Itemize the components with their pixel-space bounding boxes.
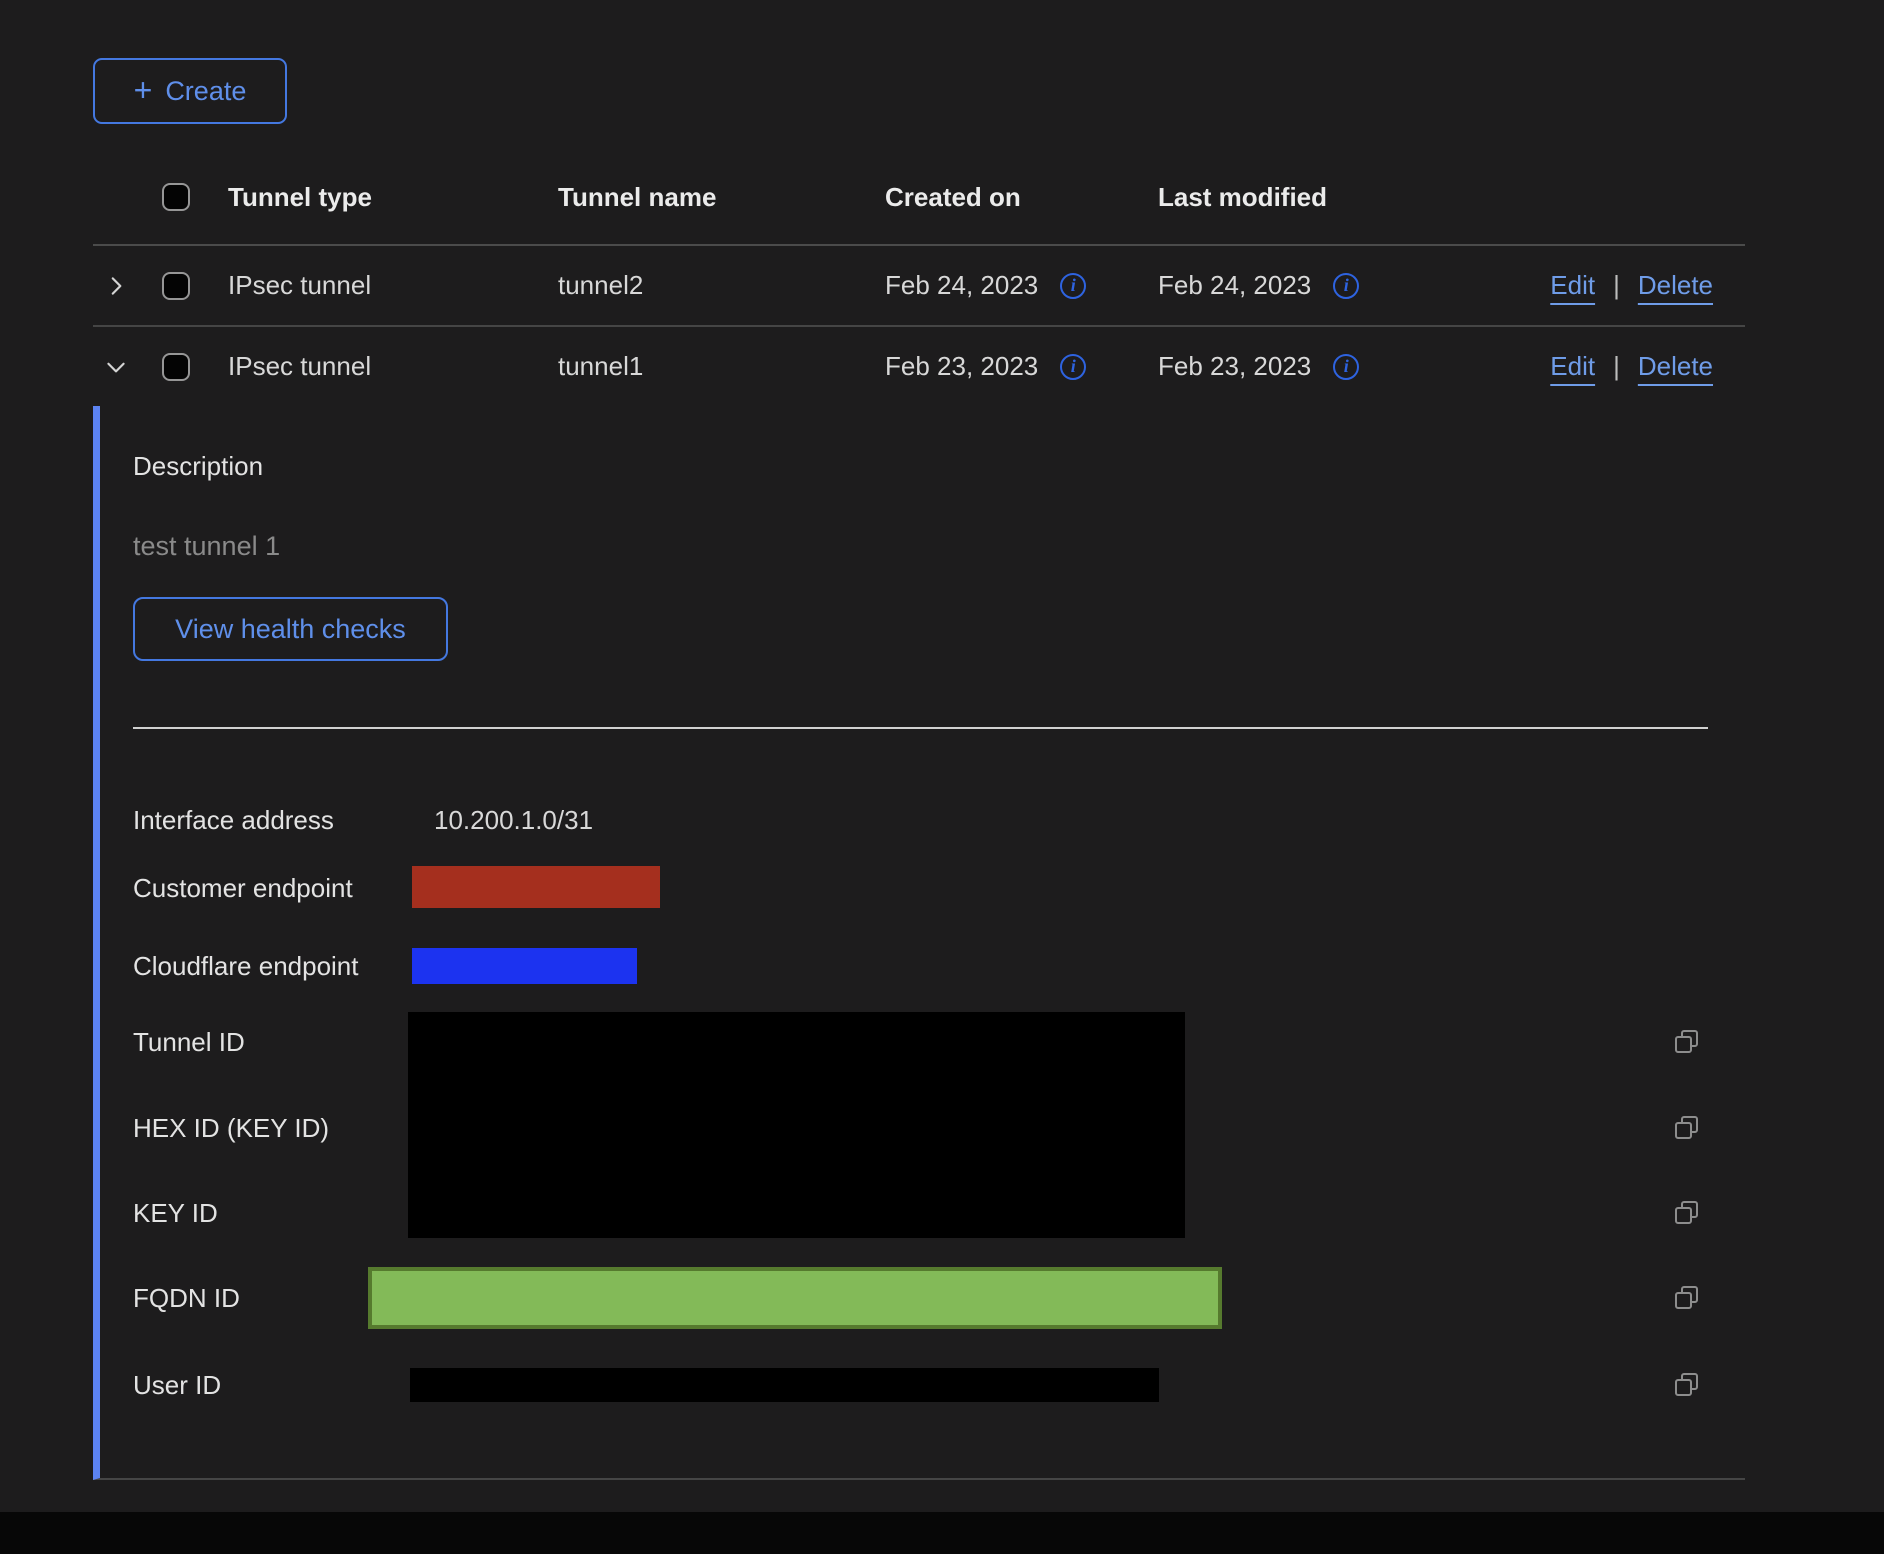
copy-icon [1672,1113,1702,1143]
create-button[interactable]: + Create [93,58,287,124]
row-checkbox[interactable] [162,272,190,300]
created-on-value: Feb 24, 2023 [885,270,1038,301]
chevron-down-icon [103,354,129,380]
view-health-checks-button[interactable]: View health checks [133,597,448,661]
delete-link[interactable]: Delete [1638,351,1713,382]
copy-icon [1672,1198,1702,1228]
tunnels-page: + Create Tunnel type Tunnel name Created… [0,0,1884,1554]
cloudflare-endpoint-label: Cloudflare endpoint [133,950,359,982]
collapse-row-button[interactable] [103,354,129,380]
column-header-created-on: Created on [885,182,1158,213]
copy-hex-id-button[interactable] [1672,1113,1702,1143]
section-divider [133,727,1708,729]
description-label: Description [133,450,263,482]
last-modified-value: Feb 24, 2023 [1158,270,1311,301]
action-separator: | [1613,270,1620,301]
user-id-redacted-value [410,1368,1159,1402]
copy-user-id-button[interactable] [1672,1370,1702,1400]
tunnel-type-cell: IPsec tunnel [228,351,558,382]
user-id-label: User ID [133,1369,221,1401]
info-icon[interactable]: i [1333,273,1359,299]
select-all-checkbox[interactable] [162,183,190,211]
edit-link[interactable]: Edit [1550,351,1595,382]
tunnel-ids-redacted-block [408,1012,1185,1238]
info-icon[interactable]: i [1333,354,1359,380]
interface-address-value: 10.200.1.0/31 [434,804,593,836]
fqdn-id-label: FQDN ID [133,1282,240,1314]
edit-link[interactable]: Edit [1550,270,1595,301]
tunnel-name-cell: tunnel1 [558,351,885,382]
info-icon[interactable]: i [1060,354,1086,380]
plus-icon: + [134,74,153,106]
delete-link[interactable]: Delete [1638,270,1713,301]
copy-tunnel-id-button[interactable] [1672,1027,1702,1057]
table-row-tunnel2: IPsec tunnel tunnel2 Feb 24, 2023 i Feb … [93,246,1745,327]
create-button-label: Create [165,76,246,107]
interface-address-label: Interface address [133,804,334,836]
column-header-tunnel-type: Tunnel type [228,182,558,213]
action-separator: | [1613,351,1620,382]
fqdn-id-redacted-value [368,1267,1222,1329]
chevron-right-icon [103,273,129,299]
customer-endpoint-redacted-value [412,866,660,908]
copy-icon [1672,1370,1702,1400]
bottom-black-strip [0,1512,1884,1554]
info-icon[interactable]: i [1060,273,1086,299]
column-header-last-modified: Last modified [1158,182,1488,213]
last-modified-value: Feb 23, 2023 [1158,351,1311,382]
customer-endpoint-label: Customer endpoint [133,872,353,904]
hex-id-label: HEX ID (KEY ID) [133,1112,329,1144]
description-value: test tunnel 1 [133,530,280,562]
table-header-row: Tunnel type Tunnel name Created on Last … [93,150,1745,246]
copy-key-id-button[interactable] [1672,1198,1702,1228]
key-id-label: KEY ID [133,1197,218,1229]
expand-row-button[interactable] [103,273,129,299]
copy-icon [1672,1283,1702,1313]
tunnels-table: Tunnel type Tunnel name Created on Last … [93,150,1745,406]
table-row-tunnel1: IPsec tunnel tunnel1 Feb 23, 2023 i Feb … [93,327,1745,406]
column-header-tunnel-name: Tunnel name [558,182,885,213]
copy-icon [1672,1027,1702,1057]
tunnel-id-label: Tunnel ID [133,1026,245,1058]
cloudflare-endpoint-redacted-value [412,948,637,984]
created-on-value: Feb 23, 2023 [885,351,1038,382]
tunnel-name-cell: tunnel2 [558,270,885,301]
row-checkbox[interactable] [162,353,190,381]
copy-fqdn-id-button[interactable] [1672,1283,1702,1313]
tunnel-type-cell: IPsec tunnel [228,270,558,301]
tunnel1-expanded-panel: Description test tunnel 1 View health ch… [93,406,1745,1480]
